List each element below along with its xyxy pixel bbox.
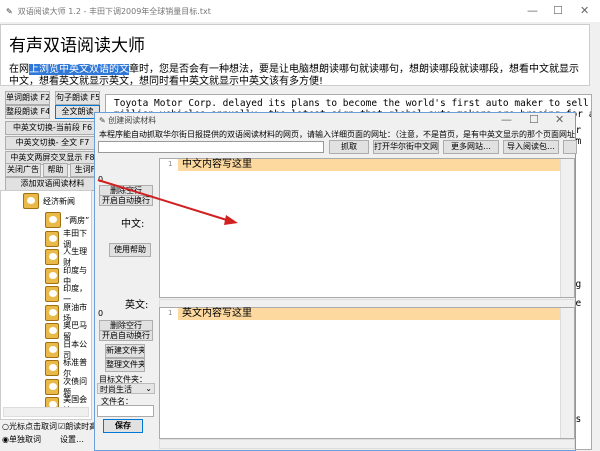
pointer-arrow — [97, 179, 238, 225]
arrow-line — [97, 179, 231, 222]
arrow-head — [224, 215, 238, 225]
